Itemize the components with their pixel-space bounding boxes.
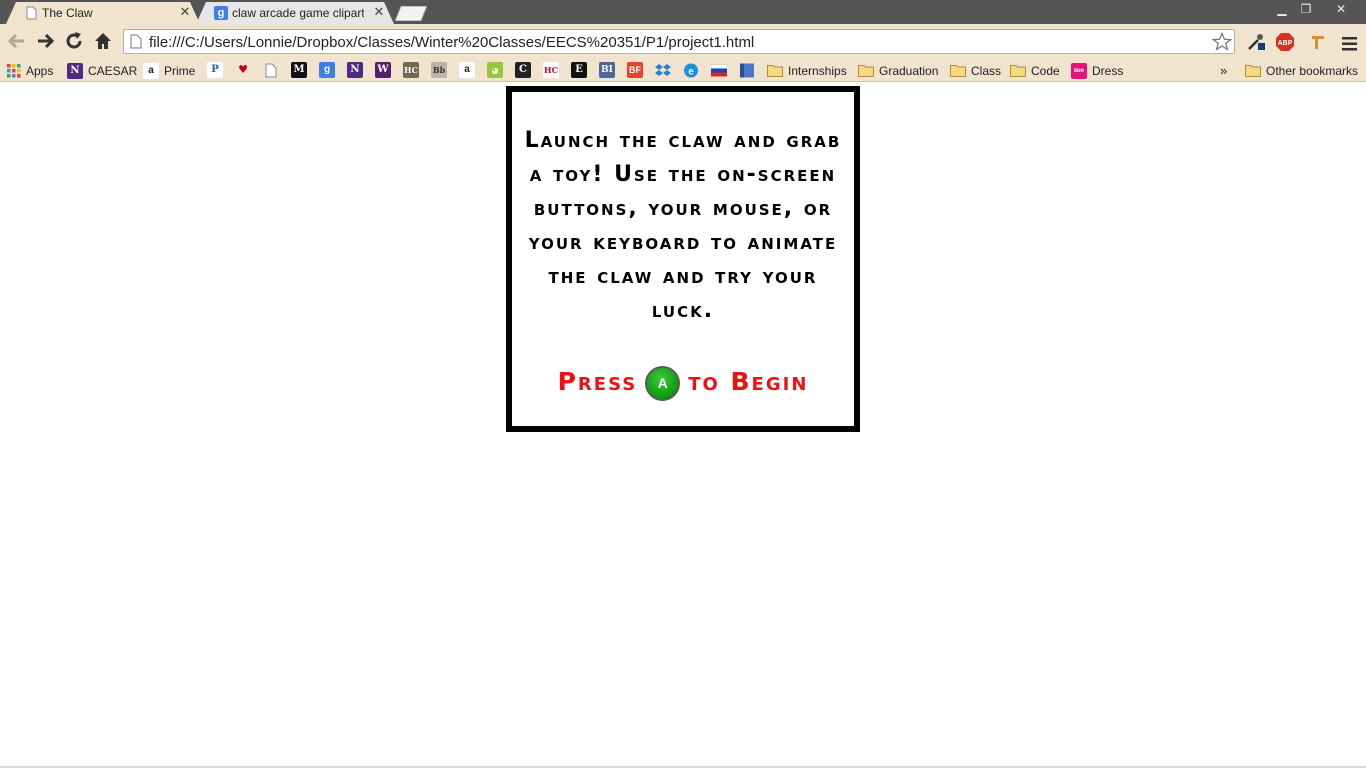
e-icon[interactable]: E (571, 62, 587, 78)
tab-clipart-search[interactable]: g claw arcade game clipart - ✕ (196, 2, 394, 24)
northwestern-n-icon[interactable]: N (347, 62, 363, 78)
title-bar: The Claw ✕ g claw arcade game clipart - … (0, 0, 1366, 24)
pink-icon: me (1071, 62, 1087, 79)
page-icon (26, 6, 37, 20)
apps-grid-icon (7, 63, 21, 77)
bookmark-prime[interactable]: a Prime (143, 62, 195, 79)
bookmark-label: CAESAR (88, 63, 138, 78)
tools-extension-icon[interactable] (1308, 32, 1328, 52)
restore-button[interactable]: ❐ (1294, 1, 1318, 17)
home-icon[interactable] (92, 30, 114, 52)
close-window-button[interactable]: ✕ (1318, 1, 1364, 17)
hc-icon[interactable]: HC (403, 62, 419, 78)
m-icon[interactable]: M (291, 62, 307, 78)
adblock-plus-icon[interactable]: ABP (1275, 32, 1295, 52)
bookmark-folder-class[interactable]: Class (950, 62, 1001, 79)
bookmark-caesar[interactable]: N CAESAR (67, 62, 137, 79)
bookmark-label: Prime (164, 63, 196, 78)
bookmark-star-icon[interactable] (1212, 32, 1232, 52)
bookmark-label: Graduation (879, 63, 939, 78)
folder-icon (1010, 65, 1026, 77)
bookmark-dress[interactable]: me Dress (1071, 62, 1123, 79)
a-button[interactable]: A (645, 366, 681, 401)
amazon-icon: a (143, 62, 159, 79)
bookmark-label: Apps (26, 63, 54, 78)
bookmark-label: Dress (1092, 63, 1124, 78)
ie-icon[interactable]: e (683, 62, 699, 79)
tab-title: claw arcade game clipart - (232, 6, 364, 20)
browser-toolbar: file:///C:/Users/Lonnie/Dropbox/Classes/… (0, 24, 1366, 59)
google-icon: g (214, 6, 228, 20)
bookmark-folder-graduation[interactable]: Graduation (858, 62, 938, 79)
close-icon[interactable]: ✕ (178, 5, 192, 19)
iheart-icon[interactable]: ♥ (235, 62, 251, 78)
bf-icon[interactable]: BF (627, 62, 643, 78)
folder-icon (767, 65, 783, 77)
other-bookmarks-folder[interactable]: Other bookmarks (1245, 62, 1358, 79)
start-prompt: Press A to Begin (512, 362, 854, 401)
tab-title: The Claw (42, 6, 93, 20)
amazon-icon[interactable]: a (459, 62, 475, 78)
android-icon[interactable]: ◕ (487, 62, 503, 78)
bookmark-label: Code (1031, 63, 1060, 78)
bookmark-folder-code[interactable]: Code (1010, 62, 1060, 79)
bookmarks-bar: Apps N CAESAR a Prime P ♥ M g N W HC Bb … (0, 59, 1366, 82)
google-icon[interactable]: g (319, 62, 335, 78)
close-icon[interactable]: ✕ (372, 5, 386, 19)
start-prompt-suffix: to Begin (688, 367, 809, 396)
svg-text:ABP: ABP (1278, 40, 1293, 47)
blue-book-icon[interactable] (739, 62, 755, 79)
minimize-button[interactable]: ▁ (1270, 1, 1294, 17)
game-instructions: Launch the claw and grab a toy! Use the … (524, 128, 842, 323)
w-icon[interactable]: W (375, 62, 391, 78)
bookmark-label: Internships (788, 63, 847, 78)
bookmark-folder-internships[interactable]: Internships (767, 62, 847, 79)
flag-icon[interactable] (711, 62, 727, 79)
hamburger-menu-icon[interactable] (1340, 34, 1360, 54)
eyedropper-extension-icon[interactable] (1246, 32, 1266, 52)
northwestern-n-icon: N (67, 62, 83, 79)
address-bar[interactable]: file:///C:/Users/Lonnie/Dropbox/Classes/… (123, 29, 1235, 54)
hc-red-icon[interactable]: HC (543, 62, 559, 78)
svg-text:e: e (688, 67, 694, 78)
url-text[interactable]: file:///C:/Users/Lonnie/Dropbox/Classes/… (149, 34, 754, 51)
folder-icon (950, 65, 966, 77)
blackboard-icon[interactable]: Bb (431, 62, 447, 78)
reload-icon[interactable] (63, 30, 85, 52)
bookmark-apps[interactable]: Apps (7, 62, 53, 79)
page-content: Launch the claw and grab a toy! Use the … (0, 82, 1366, 768)
c-icon[interactable]: C (515, 62, 531, 78)
forward-arrow-icon[interactable] (34, 30, 56, 52)
pandora-icon[interactable]: P (207, 62, 223, 78)
folder-icon (1245, 65, 1261, 77)
start-prompt-prefix: Press (557, 367, 638, 396)
back-arrow-icon[interactable] (6, 30, 28, 52)
new-tab-button[interactable] (395, 6, 427, 21)
dropbox-icon[interactable] (655, 62, 671, 79)
game-start-panel: Launch the claw and grab a toy! Use the … (506, 86, 860, 432)
bookmark-label: Class (971, 63, 1002, 78)
folder-icon (858, 65, 874, 77)
page-icon (130, 34, 142, 49)
bi-icon[interactable]: BI (599, 62, 615, 78)
blank-page-icon[interactable] (265, 62, 277, 79)
bookmark-label: Other bookmarks (1266, 63, 1359, 78)
tab-the-claw[interactable]: The Claw ✕ (6, 2, 200, 24)
bookmarks-overflow-chevron[interactable]: » (1220, 62, 1227, 79)
